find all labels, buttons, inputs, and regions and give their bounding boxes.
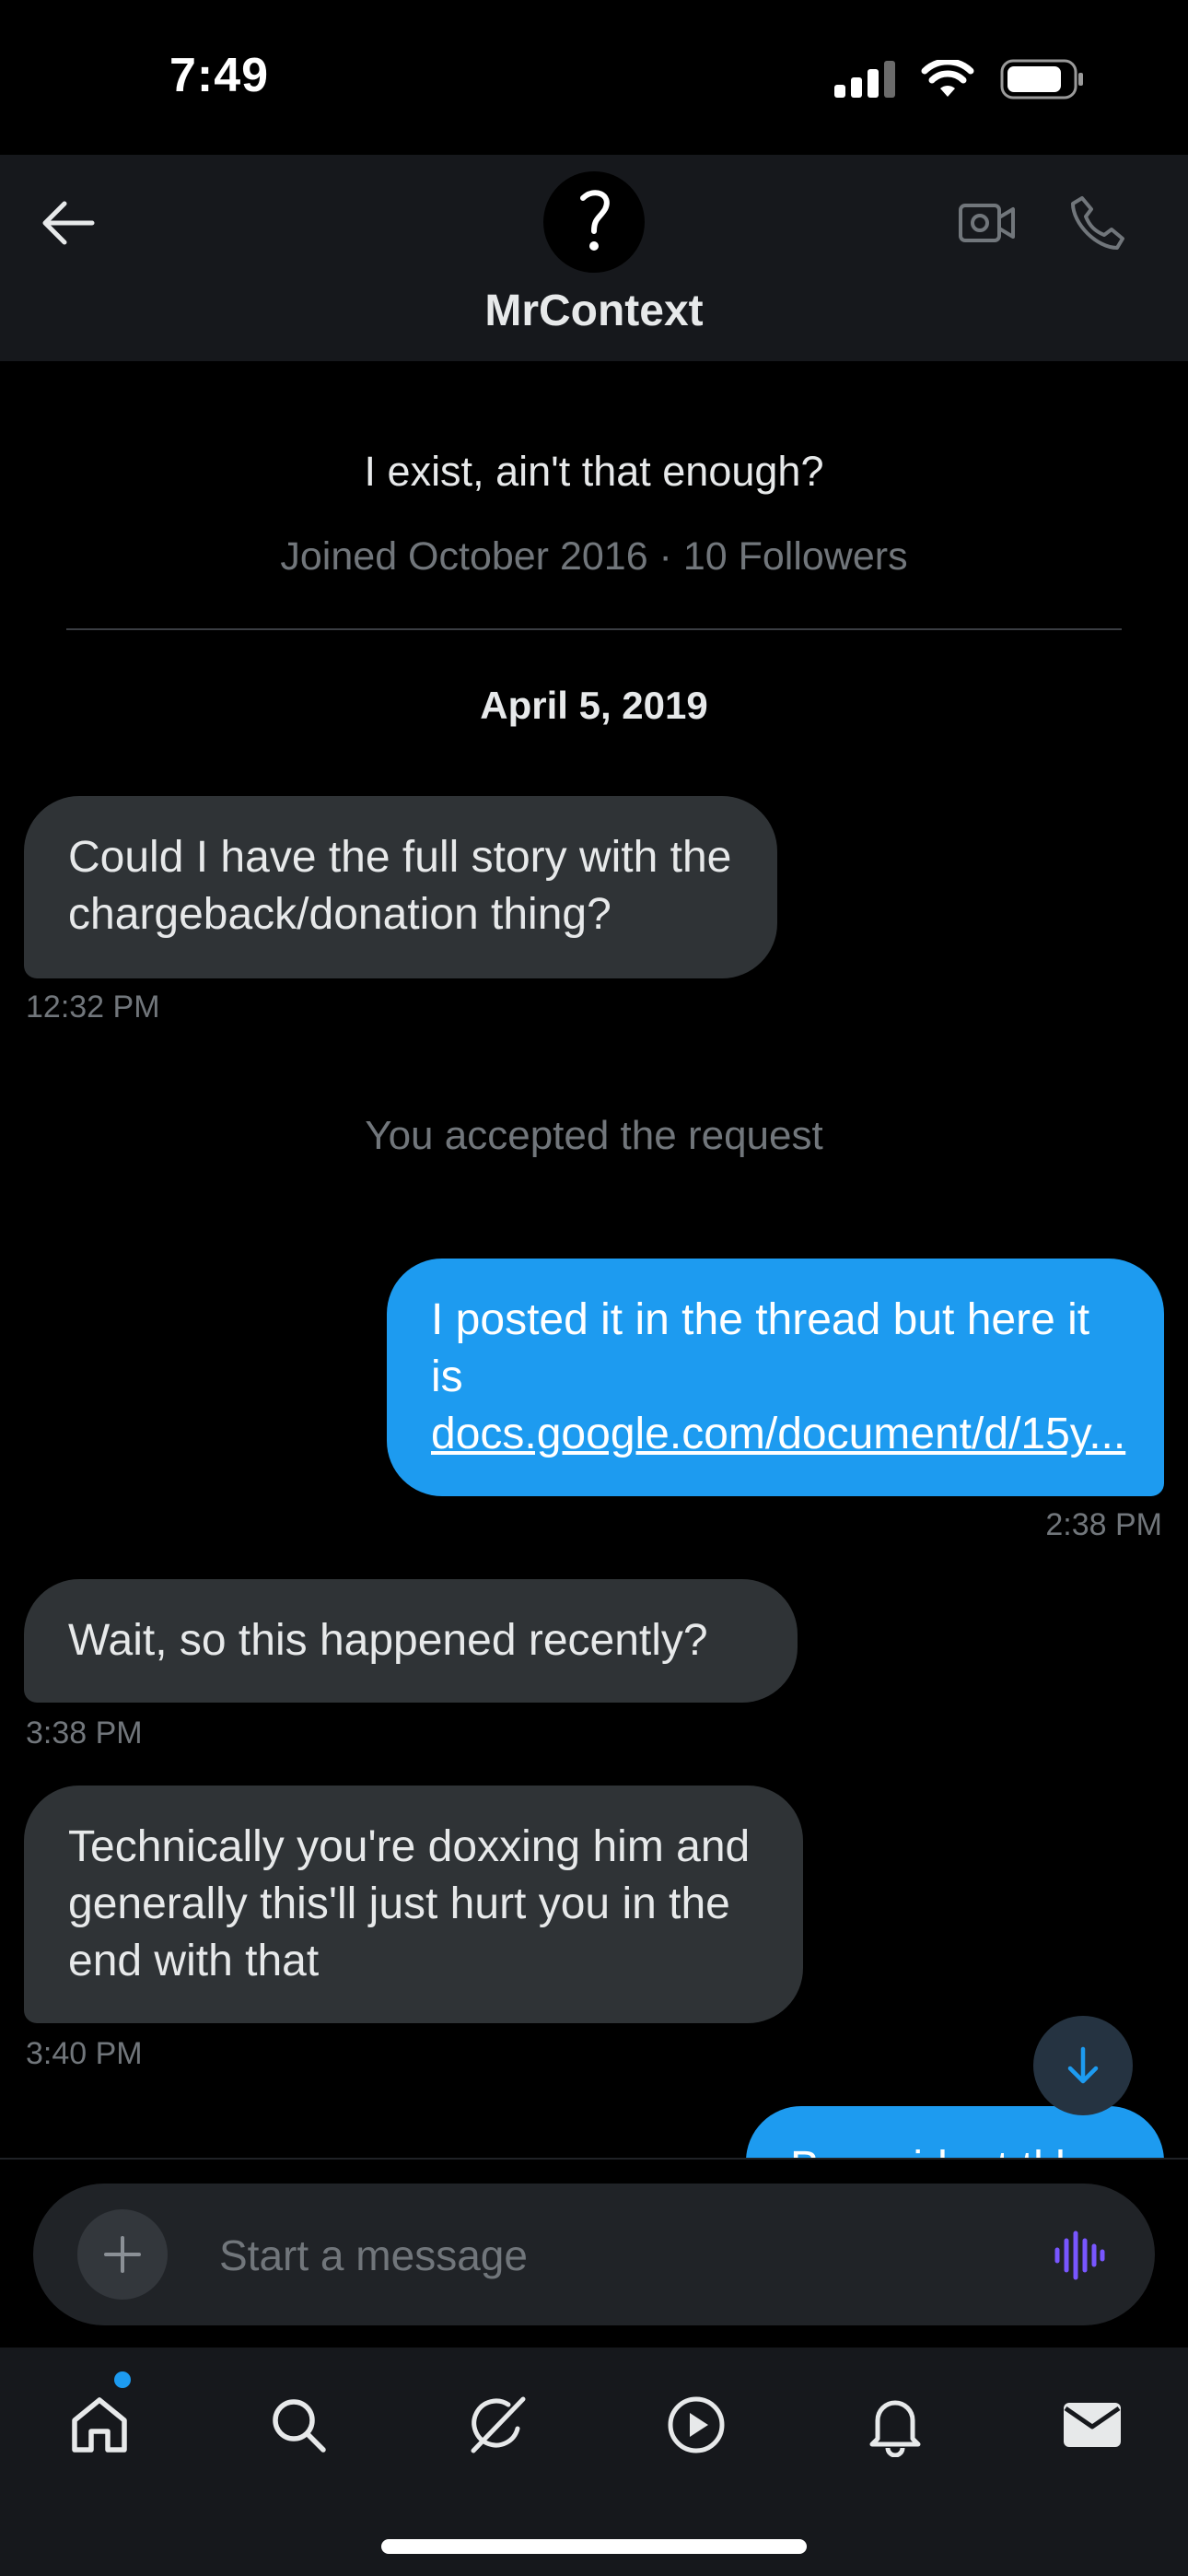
arrow-left-icon — [42, 201, 95, 245]
message-text: Technically you're doxxing him and gener… — [68, 1822, 751, 1985]
message-list[interactable]: I exist, ain't that enough? Joined Octob… — [0, 361, 1188, 2158]
home-icon — [72, 2397, 127, 2453]
video-icon — [668, 2396, 725, 2453]
status-icons — [834, 59, 1085, 100]
phone-icon — [1071, 196, 1124, 250]
battery-icon — [1000, 59, 1083, 100]
profile-meta: Joined October 2016 · 10 Followers — [280, 534, 908, 579]
add-media-button[interactable] — [77, 2209, 168, 2300]
nav-notifications[interactable] — [849, 2379, 941, 2471]
notifications-icon — [869, 2400, 921, 2457]
grok-icon — [471, 2396, 526, 2453]
home-indicator — [381, 2539, 807, 2554]
cellular-signal-icon — [834, 61, 895, 98]
message-bubble-received[interactable]: Technically you're doxxing him and gener… — [24, 1786, 803, 2023]
status-time: 7:49 — [169, 49, 270, 102]
nav-video[interactable] — [650, 2379, 742, 2471]
message-text: Bussoidont tkb — [790, 2143, 1080, 2158]
plus-icon — [104, 2236, 141, 2273]
message-timestamp: 3:38 PM — [26, 1715, 143, 1751]
message-bubble-sent[interactable]: I posted it in the thread but here it is… — [387, 1259, 1164, 1496]
home-notification-dot — [114, 2371, 131, 2388]
system-message: You accepted the request — [365, 1113, 823, 1158]
search-icon — [273, 2399, 326, 2453]
profile-bio: I exist, ain't that enough? — [364, 448, 824, 495]
video-call-button[interactable] — [954, 190, 1020, 256]
message-bubble-received[interactable]: Wait, so this happened recently? — [24, 1579, 798, 1703]
message-text: I posted it in the thread but here it is — [431, 1295, 1090, 1401]
messages-icon — [1064, 2403, 1121, 2447]
phone-call-button[interactable] — [1065, 190, 1131, 256]
back-button[interactable] — [35, 190, 101, 256]
message-bubble-received[interactable]: Could I have the full story with the cha… — [24, 796, 777, 978]
message-timestamp: 12:32 PM — [26, 989, 160, 1025]
wifi-icon — [921, 60, 974, 97]
date-separator: April 5, 2019 — [480, 684, 708, 727]
conversation-title[interactable]: MrContext — [0, 286, 1188, 336]
nav-home[interactable] — [53, 2379, 146, 2471]
message-text: Wait, so this happened recently? — [68, 1616, 708, 1665]
voice-message-button[interactable] — [1044, 2220, 1114, 2290]
video-camera-icon — [959, 204, 1015, 242]
nav-messages[interactable] — [1046, 2379, 1138, 2471]
scroll-to-bottom-button[interactable] — [1033, 2016, 1133, 2115]
nav-grok[interactable] — [451, 2379, 543, 2471]
message-text: Could I have the full story with the cha… — [68, 833, 732, 939]
document-link[interactable]: docs.google.com/document/d/15y... — [431, 1410, 1125, 1458]
audio-waveform-icon — [1054, 2231, 1105, 2280]
message-timestamp: 2:38 PM — [1045, 1507, 1162, 1542]
message-bubble-sent[interactable]: Bussoidont tkb — [746, 2106, 1164, 2158]
message-input[interactable] — [217, 2222, 976, 2289]
question-mark-avatar-icon — [580, 190, 610, 251]
message-timestamp: 3:40 PM — [26, 2036, 143, 2071]
nav-search[interactable] — [252, 2379, 344, 2471]
arrow-down-icon — [1067, 2046, 1099, 2084]
divider — [66, 628, 1122, 630]
avatar[interactable] — [543, 171, 645, 273]
